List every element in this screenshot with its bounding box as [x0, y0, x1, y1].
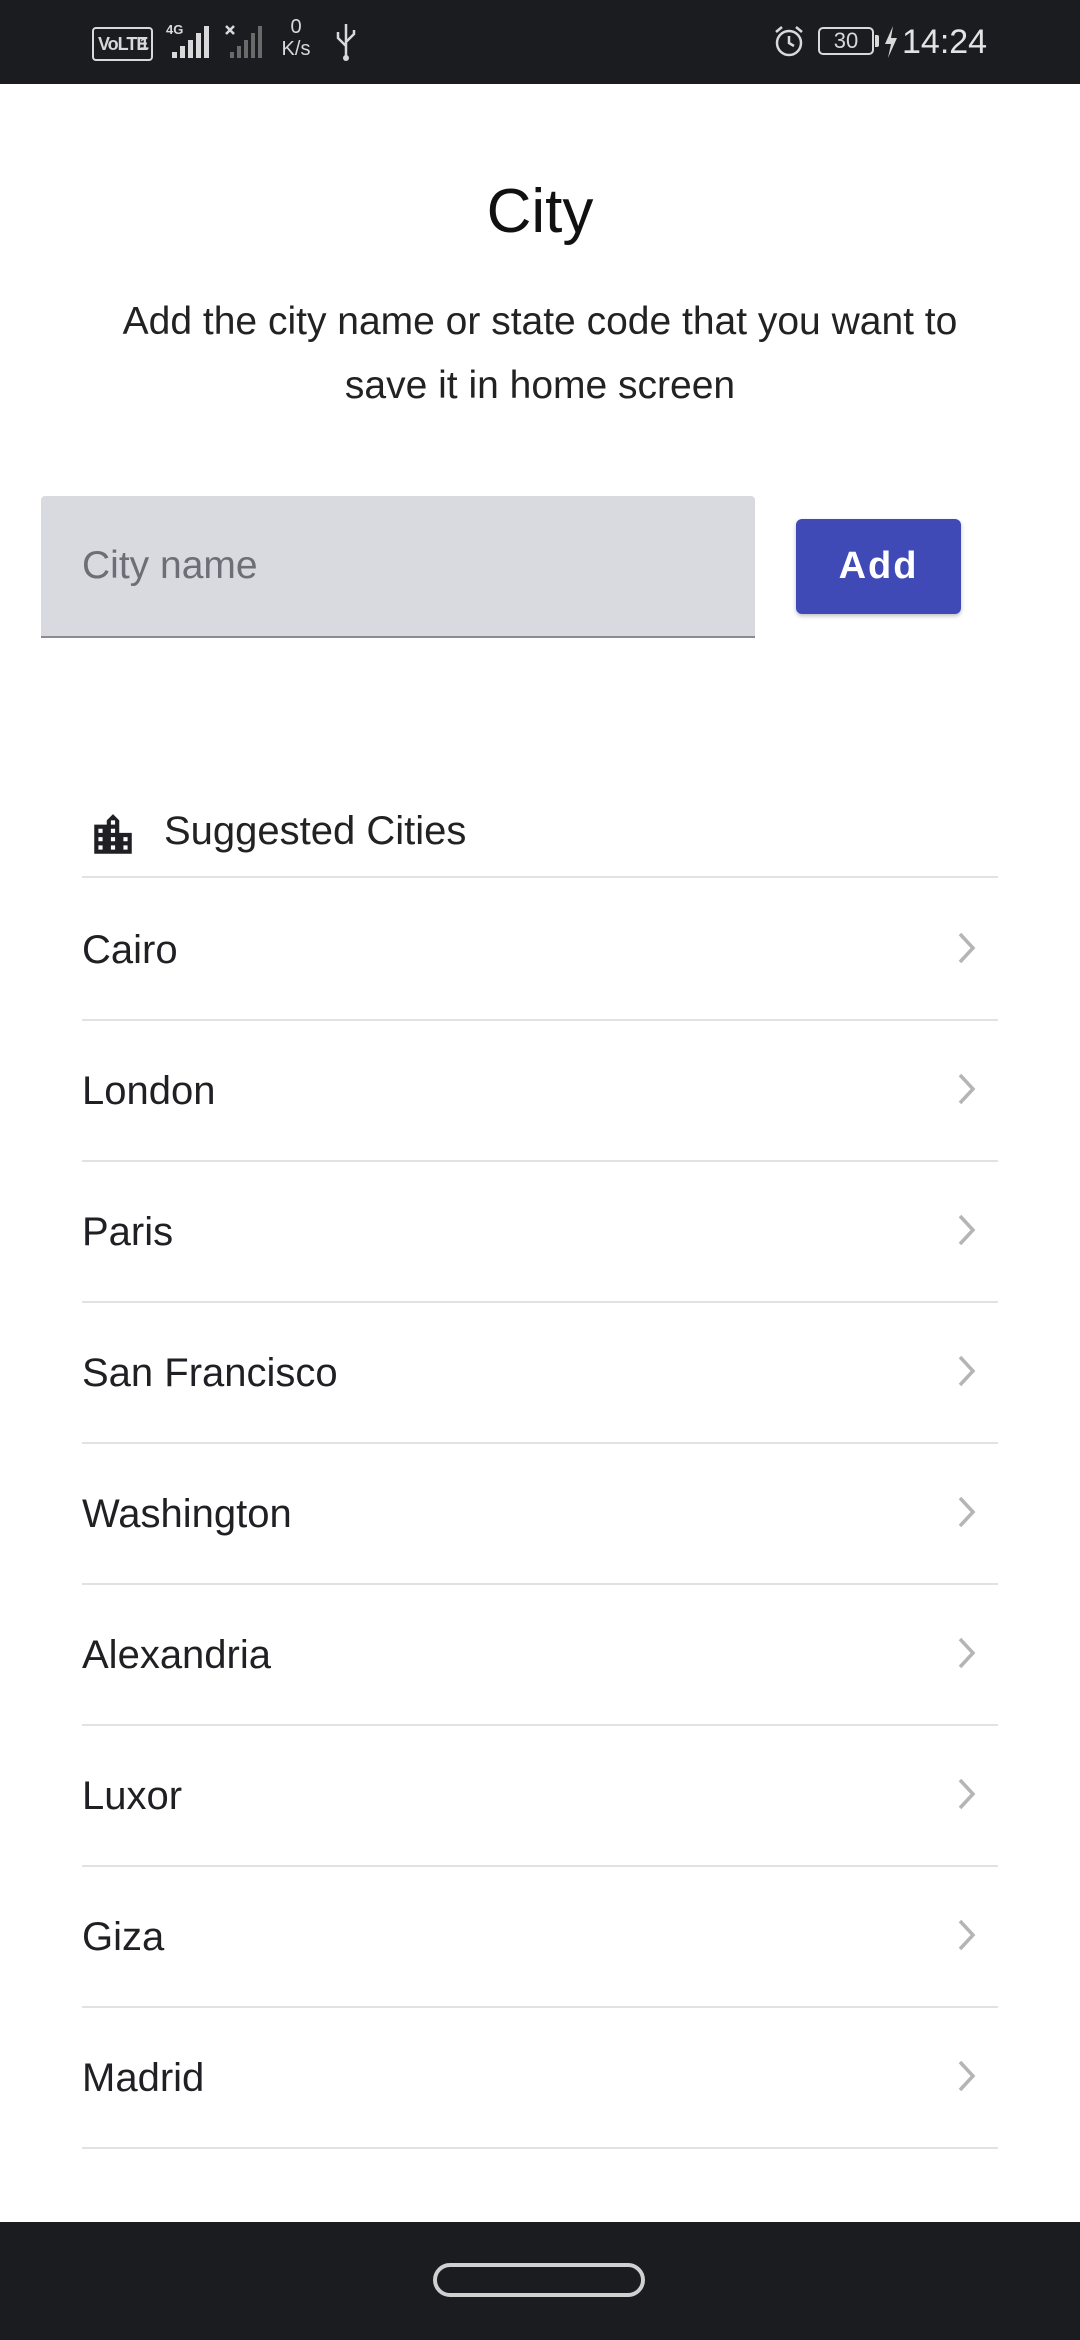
city-list-item[interactable]: London: [82, 1021, 998, 1162]
city-list-item[interactable]: Giza: [82, 1867, 998, 2008]
chevron-right-icon: [958, 1637, 976, 1669]
city-name: Alexandria: [82, 1633, 272, 1677]
city-list-item[interactable]: San Francisco: [82, 1303, 998, 1444]
city-name: London: [82, 1069, 216, 1113]
suggested-cities-header: Suggested Cities: [82, 786, 998, 878]
battery-tip: [875, 35, 879, 47]
add-button[interactable]: Add: [796, 519, 961, 614]
suggested-cities-list: Cairo London Paris San Francisco Washington A…: [82, 880, 998, 2149]
chevron-right-icon: [958, 932, 976, 964]
status-bar: VoLTE 1 4G 0 K/s 30 14:24: [0, 0, 1080, 84]
chevron-right-icon: [958, 1214, 976, 1246]
chevron-right-icon: [958, 2060, 976, 2092]
status-time: 14:24: [902, 23, 988, 61]
city-list-item[interactable]: Cairo: [82, 880, 998, 1021]
battery-icon: 30: [818, 27, 874, 55]
home-gesture-bar[interactable]: [433, 2263, 645, 2297]
page-title: City: [486, 177, 594, 246]
suggested-cities-title: Suggested Cities: [164, 809, 467, 853]
chevron-right-icon: [958, 1496, 976, 1528]
network-speed: 0 K/s: [276, 16, 316, 60]
city-name: Paris: [82, 1210, 174, 1254]
network-speed-unit: K/s: [281, 38, 311, 60]
city-list-item[interactable]: Alexandria: [82, 1585, 998, 1726]
navigation-bar: [0, 2222, 1080, 2340]
volte-sim-indicator: 1: [140, 36, 149, 53]
city-list-item[interactable]: Paris: [82, 1162, 998, 1303]
network-speed-value: 0: [290, 16, 302, 38]
city-icon: [94, 814, 132, 854]
chevron-right-icon: [958, 1919, 976, 1951]
page-subtitle: Add the city name or state code that you…: [122, 300, 958, 407]
chevron-right-icon: [958, 1355, 976, 1387]
city-name: Giza: [82, 1915, 165, 1959]
charging-icon: [885, 26, 897, 58]
city-name: San Francisco: [82, 1351, 338, 1395]
city-list-item[interactable]: Luxor: [82, 1726, 998, 1867]
chevron-right-icon: [958, 1778, 976, 1810]
alarm-icon: [775, 26, 803, 57]
city-list-item[interactable]: Washington: [82, 1444, 998, 1585]
city-name-input[interactable]: [41, 496, 755, 638]
city-name: Madrid: [82, 2056, 205, 2100]
city-name: Luxor: [82, 1774, 183, 1818]
usb-icon: [336, 24, 356, 61]
city-list-item[interactable]: Madrid: [82, 2008, 998, 2149]
chevron-right-icon: [958, 1073, 976, 1105]
signal-icon: [172, 26, 209, 58]
city-name: Washington: [82, 1492, 292, 1536]
no-signal-icon: [225, 25, 262, 58]
city-name: Cairo: [82, 928, 178, 972]
